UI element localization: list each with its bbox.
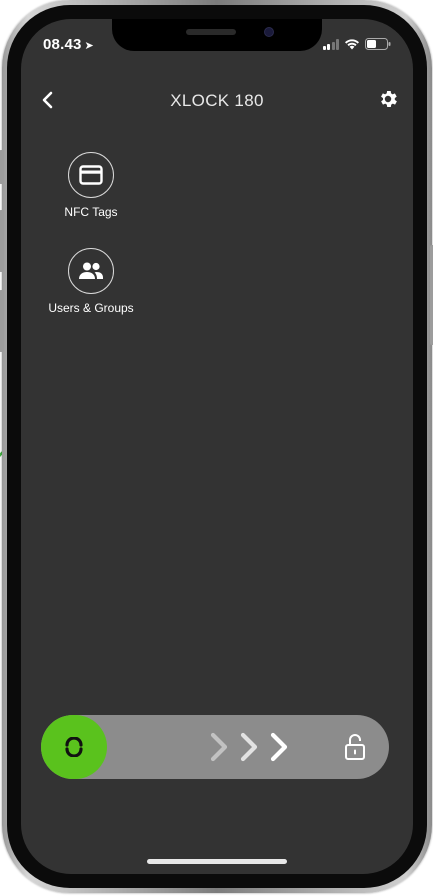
unlock-slider[interactable] <box>41 715 389 779</box>
volume-down-button <box>0 290 4 352</box>
front-camera-icon <box>264 27 274 37</box>
chevron-right-icon <box>266 730 292 769</box>
status-icons <box>322 38 392 50</box>
card-icon <box>79 165 103 185</box>
phone-bezel: 08.43 ➤ XLOCK 180 NFC Tags Users & Group… <box>7 5 427 888</box>
app-header: XLOCK 180 <box>21 81 413 121</box>
chevron-right-icon <box>236 730 262 769</box>
users-icon <box>79 262 103 279</box>
menu-item-users-groups[interactable]: Users & Groups <box>41 248 141 315</box>
battery-icon <box>365 38 391 50</box>
chevron-right-icon <box>206 730 232 769</box>
earpiece-speaker <box>186 29 236 35</box>
screenshot-stage: 08.43 ➤ XLOCK 180 NFC Tags Users & Group… <box>0 0 433 896</box>
users-groups-icon-circle <box>68 248 114 294</box>
gear-icon[interactable] <box>377 88 399 110</box>
location-arrow-icon: ➤ <box>84 40 94 52</box>
menu-item-label: Users & Groups <box>48 301 134 315</box>
triple-chevron-right-icon <box>206 730 292 769</box>
app-screen: 08.43 ➤ XLOCK 180 NFC Tags Users & Group… <box>21 19 413 874</box>
phone-frame: 08.43 ➤ XLOCK 180 NFC Tags Users & Group… <box>0 0 433 893</box>
unlock-handle-icon <box>65 737 83 757</box>
notch <box>112 19 322 51</box>
wifi-icon <box>344 38 360 50</box>
home-indicator[interactable] <box>147 859 287 864</box>
cellular-signal-icon <box>322 38 339 50</box>
status-time: 08.43 ➤ <box>43 36 94 53</box>
volume-up-button <box>0 210 4 272</box>
page-title: XLOCK 180 <box>170 91 264 110</box>
menu-item-label: NFC Tags <box>64 205 118 219</box>
status-time-text: 08.43 <box>43 36 82 53</box>
silent-switch <box>0 150 4 184</box>
menu-item-nfc-tags[interactable]: NFC Tags <box>51 152 131 219</box>
nfc-tags-icon-circle <box>68 152 114 198</box>
unlocked-padlock-icon <box>343 733 367 761</box>
slider-handle[interactable] <box>41 715 107 779</box>
